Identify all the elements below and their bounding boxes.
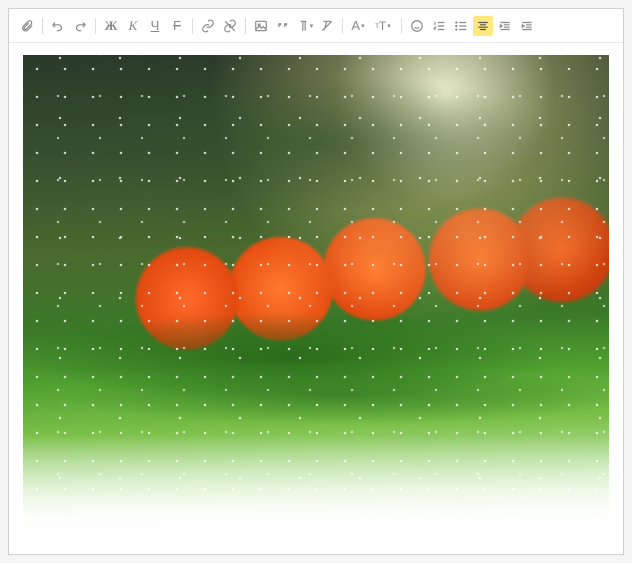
image-placeholder — [23, 55, 609, 542]
undo-button[interactable] — [48, 16, 68, 36]
image-button[interactable] — [251, 16, 271, 36]
redo-button[interactable] — [70, 16, 90, 36]
link-button[interactable] — [198, 16, 218, 36]
font-color-label: A — [351, 18, 360, 33]
font-size-button[interactable]: тТ ▾ — [370, 16, 396, 36]
clear-format-button[interactable] — [317, 16, 337, 36]
paragraph-button[interactable]: ▾ — [295, 16, 315, 36]
indent-increase-button[interactable] — [517, 16, 537, 36]
indent-decrease-button[interactable] — [495, 16, 515, 36]
separator — [342, 18, 343, 34]
italic-button[interactable]: К — [123, 16, 143, 36]
separator — [245, 18, 246, 34]
separator — [95, 18, 96, 34]
editor-container: Ж К Ч F ▾ A ▾ тТ ▾ — [8, 8, 624, 555]
underline-button[interactable]: Ч — [145, 16, 165, 36]
quote-button[interactable] — [273, 16, 293, 36]
inserted-image[interactable] — [23, 55, 609, 542]
attach-button[interactable] — [17, 16, 37, 36]
unlink-button[interactable] — [220, 16, 240, 36]
ordered-list-button[interactable] — [429, 16, 449, 36]
editor-content[interactable] — [9, 43, 623, 554]
toolbar: Ж К Ч F ▾ A ▾ тТ ▾ — [9, 9, 623, 43]
strikethrough-button[interactable]: F — [167, 16, 187, 36]
bold-button[interactable]: Ж — [101, 16, 121, 36]
separator — [401, 18, 402, 34]
emoji-button[interactable] — [407, 16, 427, 36]
font-color-button[interactable]: A ▾ — [348, 16, 368, 36]
align-button[interactable] — [473, 16, 493, 36]
separator — [192, 18, 193, 34]
separator — [42, 18, 43, 34]
unordered-list-button[interactable] — [451, 16, 471, 36]
